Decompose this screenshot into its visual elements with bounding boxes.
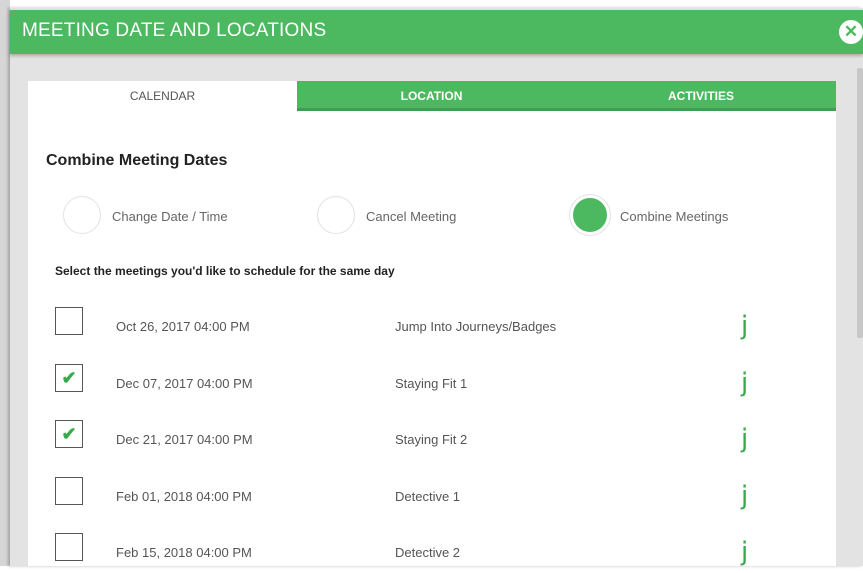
- journey-icon[interactable]: j: [741, 481, 748, 511]
- meeting-date: Feb 15, 2018 04:00 PM: [116, 545, 252, 560]
- meeting-name: Detective 2: [395, 545, 461, 560]
- meeting-row: Feb 01, 2018 04:00 PM Detective 1 j: [28, 477, 836, 517]
- journey-icon[interactable]: j: [741, 368, 748, 398]
- instruction-text: Select the meetings you'd like to schedu…: [55, 264, 395, 278]
- meeting-checkbox[interactable]: [55, 307, 83, 335]
- meeting-date: Dec 21, 2017 04:00 PM: [116, 432, 253, 447]
- radio-circle[interactable]: [63, 196, 101, 234]
- journey-icon[interactable]: j: [741, 537, 748, 567]
- meeting-checkbox[interactable]: [55, 477, 83, 505]
- meeting-date: Oct 26, 2017 04:00 PM: [116, 319, 250, 334]
- scrollbar-thumb[interactable]: [857, 68, 863, 338]
- meeting-name: Staying Fit 2: [395, 432, 468, 447]
- meeting-date: Feb 01, 2018 04:00 PM: [116, 489, 252, 504]
- background-strip: [0, 0, 10, 566]
- tab-calendar[interactable]: CALENDAR: [28, 81, 297, 111]
- tab-bar: CALENDAR LOCATION ACTIVITIES: [28, 81, 836, 111]
- meeting-name: Staying Fit 1: [395, 376, 468, 391]
- meeting-name: Jump Into Journeys/Badges: [395, 319, 557, 334]
- meeting-dialog: MEETING DATE AND LOCATIONS ✕ CALENDAR LO…: [10, 8, 863, 567]
- option-label: Cancel Meeting: [366, 209, 457, 224]
- journey-icon[interactable]: j: [741, 424, 748, 454]
- radio-circle-selected[interactable]: [570, 195, 610, 235]
- meeting-checkbox[interactable]: ✔: [55, 364, 83, 392]
- journey-icon[interactable]: j: [741, 311, 748, 341]
- meeting-date: Dec 07, 2017 04:00 PM: [116, 376, 253, 391]
- meeting-name: Detective 1: [395, 489, 461, 504]
- meeting-checkbox[interactable]: ✔: [55, 420, 83, 448]
- tab-activities[interactable]: ACTIVITIES: [566, 81, 836, 111]
- tab-location[interactable]: LOCATION: [297, 81, 566, 111]
- option-label: Change Date / Time: [112, 209, 228, 224]
- meeting-checkbox[interactable]: [55, 533, 83, 561]
- radio-circle[interactable]: [317, 196, 355, 234]
- dialog-titlebar: MEETING DATE AND LOCATIONS ✕: [10, 10, 863, 54]
- meeting-row: Oct 26, 2017 04:00 PM Jump Into Journeys…: [28, 307, 836, 347]
- calendar-panel: CALENDAR LOCATION ACTIVITIES Combine Mee…: [28, 81, 836, 567]
- dialog-title: MEETING DATE AND LOCATIONS: [22, 20, 327, 41]
- meeting-row: ✔ Dec 21, 2017 04:00 PM Staying Fit 2 j: [28, 420, 836, 460]
- meeting-row: ✔ Dec 07, 2017 04:00 PM Staying Fit 1 j: [28, 364, 836, 404]
- option-label: Combine Meetings: [620, 209, 729, 224]
- close-icon[interactable]: ✕: [839, 20, 863, 44]
- meeting-row: Feb 15, 2018 04:00 PM Detective 2 j: [28, 533, 836, 573]
- section-heading: Combine Meeting Dates: [46, 152, 228, 169]
